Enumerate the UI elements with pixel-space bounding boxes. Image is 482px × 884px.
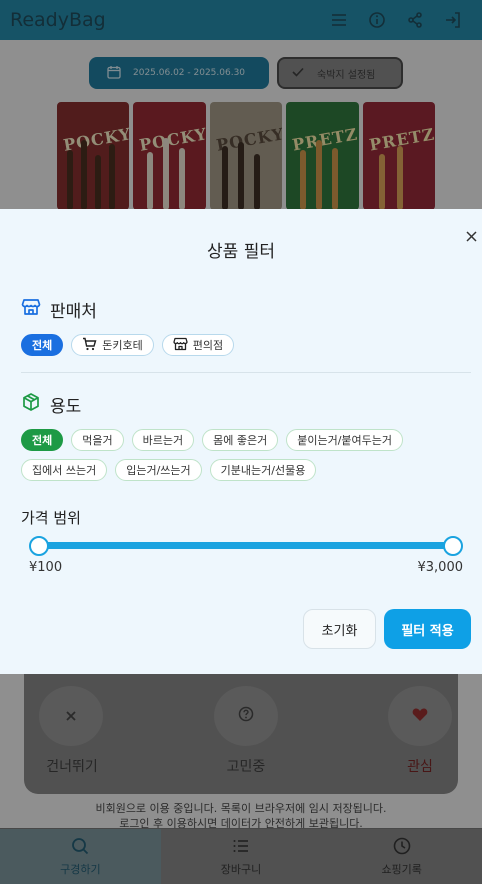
cart-icon — [82, 337, 97, 354]
usage-chip-gifts[interactable]: 기분내는거/선물용 — [209, 459, 317, 481]
usage-chip-group: 전체 먹을거 바르는거 몸에 좋은거 붙이는거/붙여두는거 집에서 쓰는거 입는… — [21, 429, 441, 481]
apply-filter-button[interactable]: 필터 적용 — [384, 609, 471, 649]
price-max-handle[interactable] — [443, 536, 463, 556]
chip-label: 입는거/쓰는거 — [126, 464, 191, 477]
chip-label: 바르는거 — [142, 434, 184, 447]
seller-chip-group: 전체 돈키호테 편의점 — [21, 334, 235, 356]
chip-label: 몸에 좋은거 — [213, 434, 268, 447]
chip-label: 먹을거 — [82, 434, 113, 447]
chip-label: 집에서 쓰는거 — [32, 464, 97, 477]
seller-section-heading: 판매처 — [21, 297, 97, 322]
usage-chip-health[interactable]: 몸에 좋은거 — [202, 429, 279, 451]
seller-chip-convenience[interactable]: 편의점 — [161, 334, 235, 356]
chip-label: 전체 — [32, 434, 53, 447]
reset-button[interactable]: 초기화 — [303, 609, 376, 649]
package-icon — [21, 392, 41, 417]
price-range-heading: 가격 범위 — [21, 509, 81, 527]
modal-title: 상품 필터 — [207, 242, 275, 262]
usage-chip-food[interactable]: 먹을거 — [71, 429, 124, 451]
usage-heading: 용도 — [50, 397, 82, 417]
usage-chip-wearables[interactable]: 입는거/쓰는거 — [115, 459, 202, 481]
chip-label: 전체 — [32, 339, 53, 352]
chip-label: 붙이는거/붙여두는거 — [297, 434, 393, 447]
close-button[interactable] — [460, 225, 482, 247]
price-min-label: ¥100 — [29, 560, 63, 575]
price-min-handle[interactable] — [29, 536, 49, 556]
usage-section-heading: 용도 — [21, 392, 81, 417]
close-icon — [465, 227, 477, 246]
usage-chip-cosmetics[interactable]: 바르는거 — [131, 429, 195, 451]
chip-label: 돈키호테 — [102, 339, 143, 352]
seller-chip-donki[interactable]: 돈키호테 — [71, 334, 154, 356]
chip-label: 편의점 — [192, 339, 224, 352]
usage-chip-home[interactable]: 집에서 쓰는거 — [21, 459, 108, 481]
store-icon — [21, 297, 41, 322]
seller-chip-all[interactable]: 전체 — [21, 334, 64, 356]
filter-modal: 상품 필터 판매처 전체 돈키호테 편의점 용도 전체 먹을거 바르는거 몸에 … — [0, 209, 482, 674]
section-divider — [21, 372, 471, 373]
usage-chip-patches[interactable]: 붙이는거/붙여두는거 — [286, 429, 404, 451]
store-icon — [173, 337, 188, 354]
seller-heading: 판매처 — [50, 302, 97, 322]
price-slider-track[interactable] — [39, 542, 453, 549]
chip-label: 기분내는거/선물용 — [220, 464, 306, 477]
usage-chip-all[interactable]: 전체 — [21, 429, 64, 451]
price-max-label: ¥3,000 — [417, 560, 464, 575]
